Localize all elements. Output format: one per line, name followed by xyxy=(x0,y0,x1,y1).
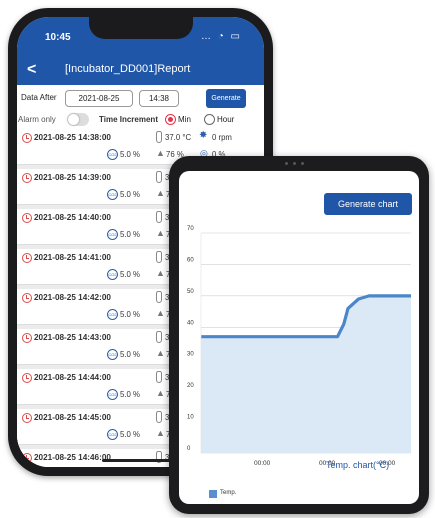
status-time: 10:45 xyxy=(45,32,71,43)
co2-icon: CO2 xyxy=(107,189,118,200)
legend-swatch xyxy=(209,490,217,498)
co2-icon: CO2 xyxy=(107,309,118,320)
record-timestamp: 2021-08-25 14:39:00 xyxy=(34,173,111,182)
thermometer-icon xyxy=(156,251,162,263)
record-co2: 5.0 % xyxy=(120,350,140,359)
y-tick-label: 30 xyxy=(187,352,194,358)
phone-notch xyxy=(89,17,193,39)
y-tick-label: 70 xyxy=(187,226,194,232)
record-co2: 5.0 % xyxy=(120,430,140,439)
record-timestamp: 2021-08-25 14:41:00 xyxy=(34,253,111,262)
data-after-label: Data After xyxy=(21,93,57,102)
page-title: [Incubator_DD001]Report xyxy=(65,63,191,75)
y-tick-label: 50 xyxy=(187,289,194,295)
record-timestamp: 2021-08-25 14:42:00 xyxy=(34,293,111,302)
humidity-icon: ▲ xyxy=(156,308,165,318)
thermometer-icon xyxy=(156,411,162,423)
clock-icon xyxy=(22,333,32,343)
thermometer-icon xyxy=(156,371,162,383)
thermometer-icon xyxy=(156,171,162,183)
record-co2: 5.0 % xyxy=(120,270,140,279)
time-increment-label: Time Increment xyxy=(99,115,158,124)
radio-hour[interactable] xyxy=(204,114,215,125)
x-tick-label: 00:00 xyxy=(254,460,271,467)
nav-bar: < [Incubator_DD001]Report xyxy=(17,55,264,85)
co2-icon: CO2 xyxy=(107,349,118,360)
humidity-icon: ▲ xyxy=(156,348,165,358)
options-row: Alarm only Time Increment Min Hour xyxy=(17,111,264,129)
clock-icon xyxy=(22,413,32,423)
clock-icon xyxy=(22,373,32,383)
temp-chart: 01020304050607000:00 00:00 00:00 xyxy=(187,226,411,467)
co2-icon: CO2 xyxy=(107,229,118,240)
thermometer-icon xyxy=(156,331,162,343)
humidity-icon: ▲ xyxy=(156,228,165,238)
record-rpm: 0 rpm xyxy=(212,133,232,142)
record-temp: 37.0 °C xyxy=(165,133,192,142)
thermometer-icon xyxy=(156,291,162,303)
y-tick-label: 40 xyxy=(187,320,194,326)
clock-icon xyxy=(22,293,32,303)
clock-icon xyxy=(22,213,32,223)
co2-icon: CO2 xyxy=(107,429,118,440)
record-timestamp: 2021-08-25 14:44:00 xyxy=(34,373,111,382)
co2-icon: CO2 xyxy=(107,389,118,400)
humidity-icon: ▲ xyxy=(156,268,165,278)
radio-hour-label: Hour xyxy=(217,115,235,124)
generate-button[interactable]: Generate xyxy=(206,89,246,108)
record-timestamp: 2021-08-25 14:46:00 xyxy=(34,453,111,462)
radio-min[interactable] xyxy=(165,114,176,125)
radio-min-label: Min xyxy=(178,115,191,124)
record-co2: 5.0 % xyxy=(120,310,140,319)
record-co2: 5.0 % xyxy=(120,390,140,399)
record-timestamp: 2021-08-25 14:38:00 xyxy=(34,133,111,142)
y-tick-label: 60 xyxy=(187,257,194,263)
thermometer-icon xyxy=(156,131,162,143)
co2-icon: CO2 xyxy=(107,149,118,160)
humidity-icon: ▲ xyxy=(156,148,165,158)
camera-dot xyxy=(301,162,304,165)
humidity-icon: ▲ xyxy=(156,428,165,438)
clock-icon xyxy=(22,253,32,263)
record-timestamp: 2021-08-25 14:45:00 xyxy=(34,413,111,422)
thermometer-icon xyxy=(156,211,162,223)
tablet-screen: Generate chart 0 10 20 30 40 50 60 70 00:00 00:00… xyxy=(179,171,419,504)
toggle-knob xyxy=(68,114,79,125)
generate-chart-button[interactable]: Generate chart xyxy=(324,193,412,215)
temp-area xyxy=(201,295,411,453)
filter-row: Data After 2021-08-25 14:38 Generate xyxy=(17,87,264,109)
camera-dot xyxy=(293,162,296,165)
back-icon[interactable]: < xyxy=(27,61,36,79)
record-co2: 5.0 % xyxy=(120,230,140,239)
alarm-only-toggle[interactable] xyxy=(67,113,89,126)
tablet-device: Generate chart 0 10 20 30 40 50 60 70 00:00 00:00… xyxy=(169,156,429,514)
fan-icon: ✸ xyxy=(199,130,208,141)
camera-dot xyxy=(285,162,288,165)
humidity-icon: ▲ xyxy=(156,188,165,198)
legend-label: Temp. xyxy=(220,490,237,496)
clock-icon xyxy=(22,453,32,463)
humidity-icon: ▲ xyxy=(156,388,165,398)
chart-title: Temp. chart(°C) xyxy=(326,460,390,470)
co2-icon: CO2 xyxy=(107,269,118,280)
time-field[interactable]: 14:38 xyxy=(139,90,179,107)
clock-icon xyxy=(22,173,32,183)
record-co2: 5.0 % xyxy=(120,190,140,199)
y-tick-label: 20 xyxy=(187,383,194,389)
clock-icon xyxy=(22,133,32,143)
alarm-only-label: Alarm only xyxy=(18,115,56,124)
record-co2: 5.0 % xyxy=(120,150,140,159)
date-field[interactable]: 2021-08-25 xyxy=(65,90,133,107)
y-tick-label: 10 xyxy=(187,415,194,421)
y-tick-label: 0 xyxy=(187,446,191,452)
home-indicator xyxy=(102,459,178,462)
record-timestamp: 2021-08-25 14:40:00 xyxy=(34,213,111,222)
status-icons: … ◔ ▭ xyxy=(200,31,242,42)
record-timestamp: 2021-08-25 14:43:00 xyxy=(34,333,111,342)
